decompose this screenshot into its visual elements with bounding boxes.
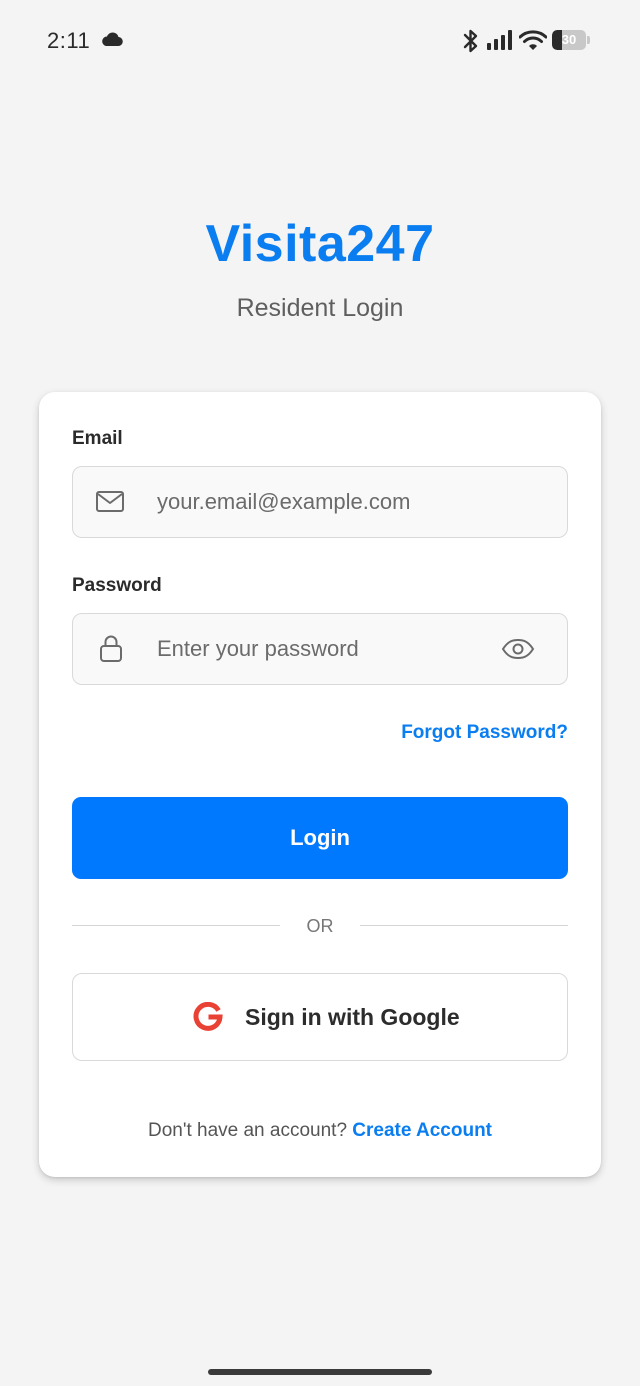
lock-icon	[100, 635, 122, 662]
app-title: Visita247	[205, 215, 435, 273]
forgot-password-link[interactable]: Forgot Password?	[401, 722, 568, 744]
email-label: Email	[72, 428, 123, 449]
battery-level: 30	[561, 32, 577, 47]
battery-body: 30	[552, 30, 586, 50]
signal-icon	[487, 30, 512, 50]
signup-prompt-text: Don't have an account?	[147, 1120, 353, 1141]
create-account-link[interactable]: Create Account	[352, 1120, 492, 1141]
divider-text: OR	[306, 916, 334, 936]
google-icon	[193, 1002, 223, 1031]
password-input[interactable]	[157, 614, 487, 684]
login-card: Email Password Forgot Password? Login OR…	[39, 392, 601, 1177]
mail-icon	[96, 491, 124, 512]
wifi-icon	[519, 30, 547, 50]
password-field[interactable]	[72, 613, 568, 685]
status-time: 2:11	[47, 28, 91, 53]
home-indicator[interactable]	[208, 1369, 432, 1375]
signup-prompt: Don't have an account? Create Account	[39, 1120, 601, 1142]
login-button[interactable]: Login	[72, 797, 568, 879]
google-button-label: Sign in with Google	[245, 1004, 460, 1030]
eye-icon[interactable]	[501, 637, 535, 661]
battery-icon: 30	[552, 30, 590, 50]
divider-right	[360, 925, 568, 926]
bluetooth-icon	[463, 29, 478, 53]
cloud-icon	[102, 32, 123, 47]
email-field[interactable]	[72, 466, 568, 538]
battery-nub	[587, 36, 590, 44]
google-sign-in-button[interactable]: Sign in with Google	[72, 973, 568, 1061]
page-subtitle: Resident Login	[236, 294, 404, 322]
status-bar: 2:11 30	[0, 0, 640, 82]
email-input[interactable]	[157, 467, 487, 537]
password-label: Password	[72, 575, 162, 596]
